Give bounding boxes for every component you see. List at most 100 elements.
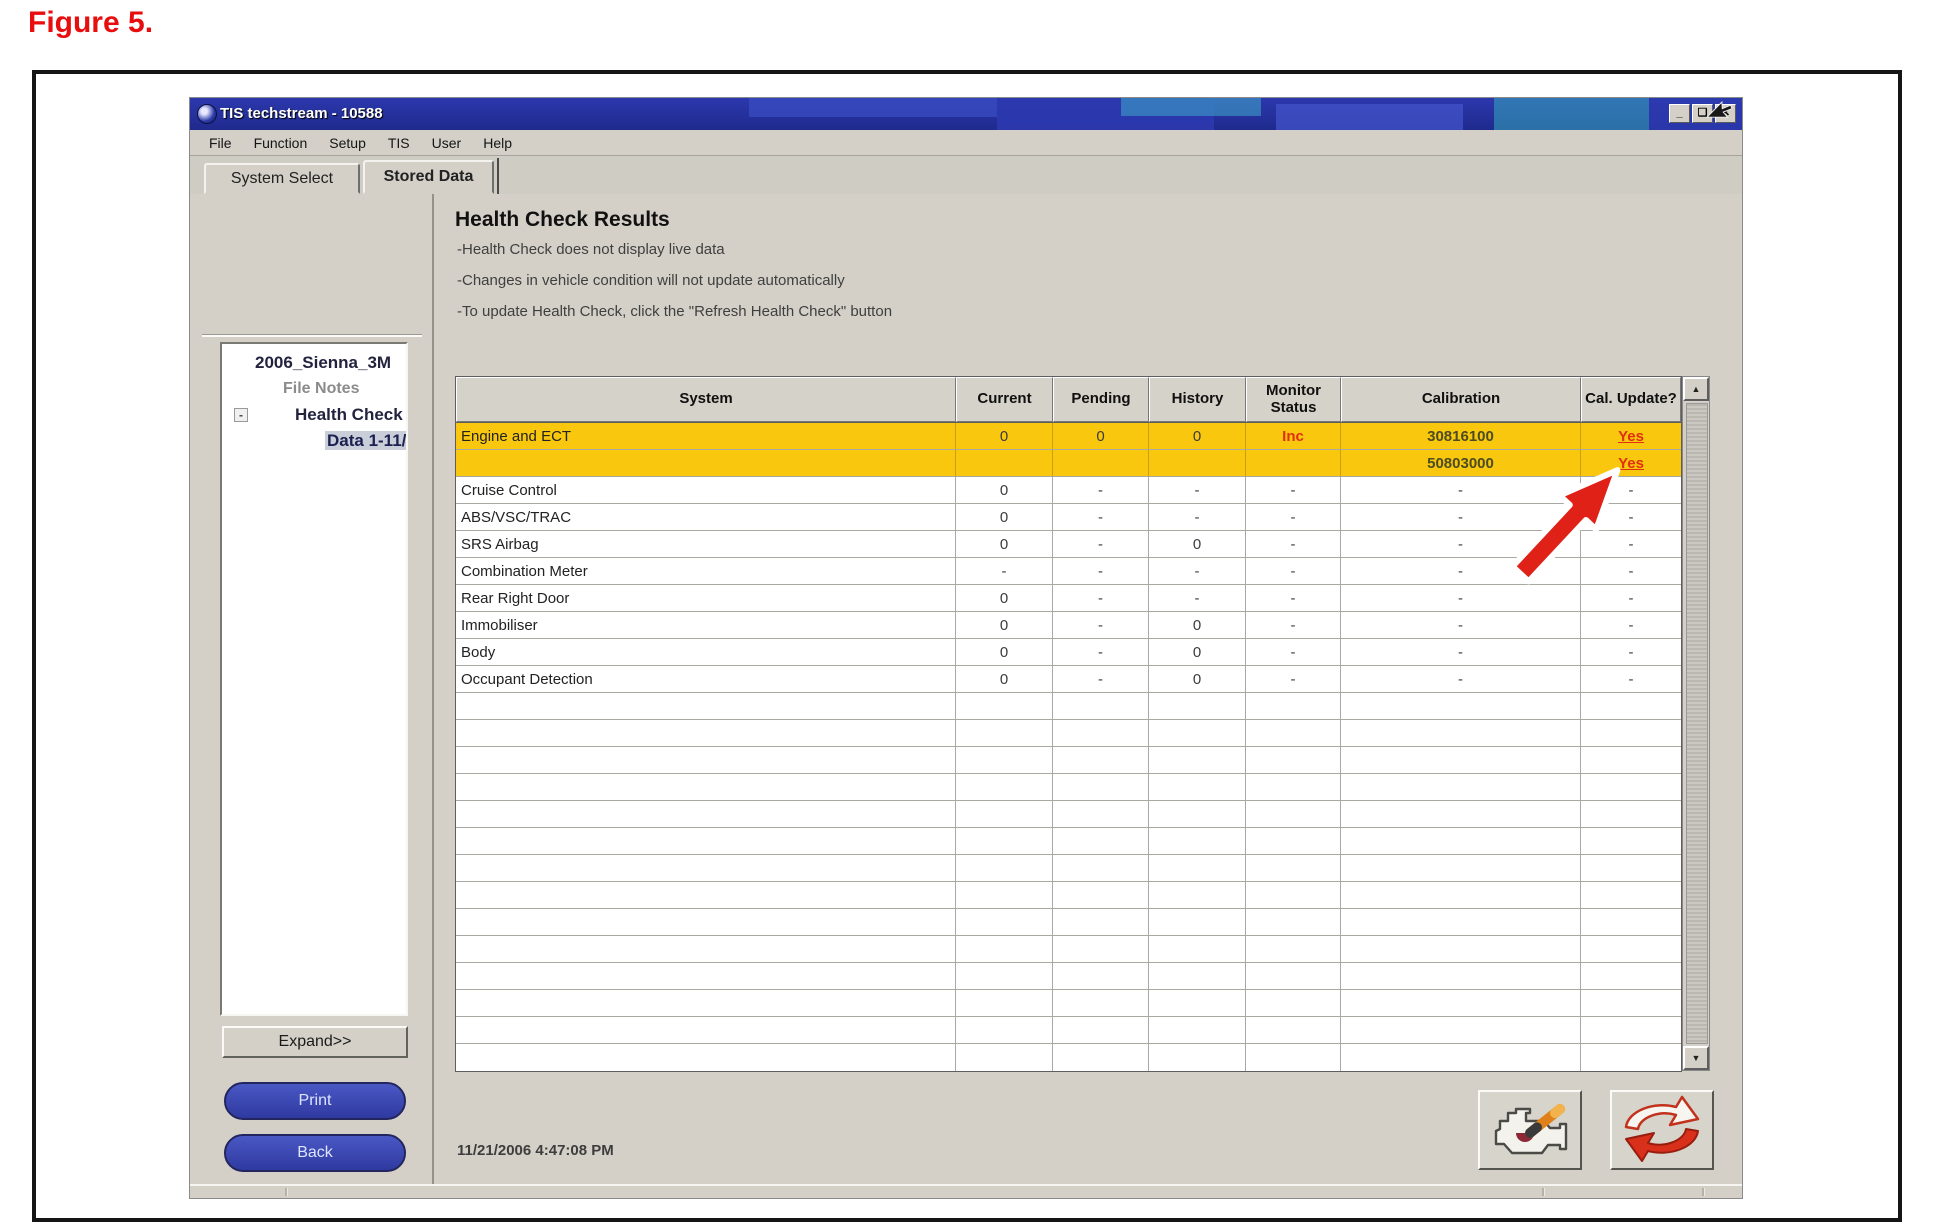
cell-empty [1581, 747, 1681, 773]
column-header[interactable]: Monitor Status [1246, 377, 1341, 422]
scrollbar-track[interactable] [1686, 403, 1708, 1044]
tab-stored-data[interactable]: Stored Data [363, 160, 494, 194]
cell-cal-update[interactable]: Yes [1581, 423, 1681, 449]
tree-item-data-file[interactable]: Data 1-11/ [325, 431, 408, 450]
figure-label: Figure 5. [28, 6, 153, 40]
statusbar-divider [1702, 1188, 1705, 1196]
table-row[interactable]: 50803000 Yes [456, 450, 1681, 477]
cell-cal-update[interactable]: - [1581, 612, 1681, 638]
table-row[interactable]: Immobiliser 0 - 0 - - - [456, 612, 1681, 639]
cell-empty [956, 693, 1053, 719]
collapse-icon[interactable]: - [234, 408, 248, 422]
cell-empty [1341, 855, 1581, 881]
cell-empty [1341, 963, 1581, 989]
tree-item-vehicle-file[interactable]: 2006_Sienna_3M [222, 350, 406, 376]
cell-empty [956, 963, 1053, 989]
cell-empty [1246, 855, 1341, 881]
mouse-cursor-icon [1706, 96, 1741, 122]
cell-cal-update[interactable]: - [1581, 531, 1681, 557]
cell-empty [1581, 693, 1681, 719]
table-row[interactable]: Combination Meter - - - - - - [456, 558, 1681, 585]
cell-empty [456, 990, 956, 1016]
cell-pending: - [1053, 477, 1149, 503]
cell-empty [1341, 936, 1581, 962]
scroll-down-icon[interactable]: ▼ [1683, 1046, 1709, 1070]
engine-data-button[interactable] [1478, 1090, 1582, 1170]
cell-empty [456, 774, 956, 800]
print-button[interactable]: Print [224, 1082, 406, 1120]
expand-button[interactable]: Expand>> [222, 1026, 408, 1058]
column-header[interactable]: Pending [1053, 377, 1149, 422]
cell-empty [1341, 1017, 1581, 1043]
refresh-health-check-button[interactable] [1610, 1090, 1714, 1170]
cell-cal-update[interactable]: - [1581, 558, 1681, 584]
cell-empty [1246, 720, 1341, 746]
cell-empty [1053, 1044, 1149, 1071]
column-header[interactable]: Current [956, 377, 1053, 422]
cell-cal-update[interactable]: - [1581, 666, 1681, 692]
cell-empty [1053, 747, 1149, 773]
table-row-empty [456, 1044, 1681, 1071]
table-row[interactable]: Rear Right Door 0 - - - - - [456, 585, 1681, 612]
cell-empty [1246, 693, 1341, 719]
cell-system [456, 450, 956, 476]
cell-cal-update[interactable]: - [1581, 585, 1681, 611]
table-row-empty [456, 963, 1681, 990]
cell-empty [1341, 801, 1581, 827]
cell-history: 0 [1149, 612, 1246, 638]
cell-cal-update[interactable]: - [1581, 639, 1681, 665]
cell-empty [1053, 720, 1149, 746]
cell-empty [1149, 990, 1246, 1016]
cell-empty [1581, 1017, 1681, 1043]
cell-empty [1581, 801, 1681, 827]
cell-empty [1053, 801, 1149, 827]
cell-empty [1246, 801, 1341, 827]
app-icon [197, 104, 217, 124]
table-row[interactable]: ABS/VSC/TRAC 0 - - - - - [456, 504, 1681, 531]
cell-empty [456, 720, 956, 746]
engine-icon [1486, 1097, 1574, 1164]
title-bar[interactable]: TIS techstream - 10588 _ ❏ ✕ [190, 98, 1742, 130]
column-header[interactable]: Calibration [1341, 377, 1581, 422]
tab-system-select[interactable]: System Select [204, 163, 360, 194]
tree-item-health-check[interactable]: Health Check [295, 405, 403, 424]
cell-system: Body [456, 639, 956, 665]
cell-empty [1246, 909, 1341, 935]
cell-current: 0 [956, 423, 1053, 449]
table-scrollbar[interactable]: ▲ ▼ [1682, 376, 1710, 1071]
menu-item[interactable]: User [421, 135, 473, 151]
cell-monitor-status: - [1246, 504, 1341, 530]
table-row[interactable]: Cruise Control 0 - - - - - [456, 477, 1681, 504]
menu-item[interactable]: Setup [318, 135, 377, 151]
menu-item[interactable]: Help [472, 135, 523, 151]
table-row[interactable]: Engine and ECT 0 0 0 Inc 30816100 Yes [456, 423, 1681, 450]
tab-divider [497, 158, 499, 194]
table-row[interactable]: Body 0 - 0 - - - [456, 639, 1681, 666]
back-button[interactable]: Back [224, 1134, 406, 1172]
cell-empty [1341, 747, 1581, 773]
cell-monitor-status: - [1246, 639, 1341, 665]
scroll-up-icon[interactable]: ▲ [1683, 377, 1709, 401]
cell-current: 0 [956, 585, 1053, 611]
tree-item-file-notes[interactable]: File Notes [222, 376, 406, 402]
cell-empty [956, 801, 1053, 827]
cell-pending: - [1053, 666, 1149, 692]
table-row[interactable]: Occupant Detection 0 - 0 - - - [456, 666, 1681, 693]
table-row[interactable]: SRS Airbag 0 - 0 - - - [456, 531, 1681, 558]
tab-bar: System Select Stored Data [190, 156, 1742, 194]
status-bar [190, 1184, 1742, 1198]
column-header[interactable]: System [456, 377, 956, 422]
table-row-empty [456, 801, 1681, 828]
note-line: -To update Health Check, click the "Refr… [457, 304, 892, 320]
cell-system: Immobiliser [456, 612, 956, 638]
cell-empty [1149, 693, 1246, 719]
cell-empty [1581, 963, 1681, 989]
cell-empty [456, 909, 956, 935]
cell-monitor-status: - [1246, 558, 1341, 584]
menu-item[interactable]: TIS [377, 135, 421, 151]
minimize-button[interactable]: _ [1669, 104, 1690, 123]
column-header[interactable]: History [1149, 377, 1246, 422]
column-header[interactable]: Cal. Update? [1581, 377, 1681, 422]
menu-item[interactable]: Function [243, 135, 319, 151]
menu-item[interactable]: File [198, 135, 243, 151]
